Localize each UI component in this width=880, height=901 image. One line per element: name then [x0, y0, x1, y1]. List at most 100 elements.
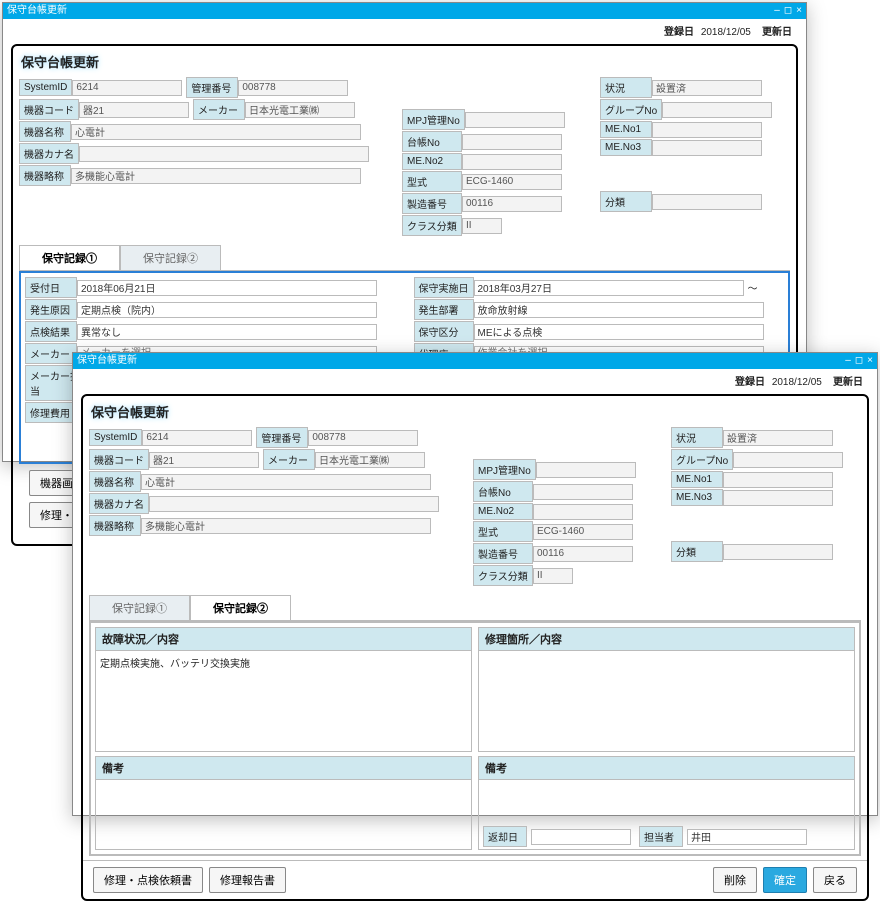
panel-fault-body[interactable]: 定期点検実施、バッテリ交換実施	[96, 651, 471, 751]
field-henkyaku[interactable]	[531, 829, 631, 845]
info-block: SystemID 管理番号 機器コード メーカー 機器名称 機器カナ名	[19, 77, 790, 237]
body-frame: 保守台帳更新 SystemID 管理番号 機器コード メーカー 機器名称 機器カ…	[81, 394, 869, 901]
label-class: クラス分類	[402, 215, 462, 236]
field-daichou	[533, 484, 633, 500]
tab-record-1[interactable]: 保守記録①	[89, 595, 190, 620]
field-me1	[723, 472, 833, 488]
label-me3: ME.No3	[600, 139, 652, 156]
field-kekka[interactable]	[77, 324, 377, 340]
registered-date: 2018/12/05	[701, 27, 751, 38]
delete-button[interactable]: 削除	[713, 867, 757, 893]
field-bunrui	[652, 194, 762, 210]
label-busho: 発生部署	[414, 299, 474, 320]
label-joukyou: 状況	[600, 77, 652, 98]
field-bunrui	[723, 544, 833, 560]
panel-repair-head: 修理箇所／内容	[479, 628, 854, 651]
repair-request-button[interactable]: 修理・点検依頼書	[93, 867, 203, 893]
page-title: 保守台帳更新	[21, 52, 790, 71]
field-mpj	[465, 112, 565, 128]
field-joukyou	[723, 430, 833, 446]
label-maker: メーカー	[193, 99, 245, 120]
footer: 修理・点検依頼書 修理報告書 削除 確定 戻る	[83, 860, 867, 899]
label-kana: 機器カナ名	[19, 143, 79, 164]
tab-record-1[interactable]: 保守記録①	[19, 245, 120, 270]
field-kanrino	[238, 80, 348, 96]
field-me3	[652, 140, 762, 156]
field-systemid	[72, 80, 182, 96]
field-mpj	[536, 462, 636, 478]
close-icon[interactable]: ×	[796, 3, 802, 19]
field-busho[interactable]	[474, 302, 764, 318]
registered-date: 2018/12/05	[772, 377, 822, 388]
label-uketsuke: 受付日	[25, 277, 77, 298]
label-me2: ME.No2	[402, 153, 462, 170]
page-title: 保守台帳更新	[91, 402, 861, 421]
field-kana	[149, 496, 439, 512]
date-bar: 登録日 2018/12/05 更新日	[3, 19, 806, 42]
field-katashiki	[462, 174, 562, 190]
label-group: グループNo	[600, 99, 662, 120]
confirm-button[interactable]: 確定	[763, 867, 807, 893]
field-systemid	[142, 430, 252, 446]
field-genin[interactable]	[77, 302, 377, 318]
back-button[interactable]: 戻る	[813, 867, 857, 893]
label-kanrino: 管理番号	[186, 77, 238, 98]
field-seizou	[462, 196, 562, 212]
field-me3	[723, 490, 833, 506]
label-tantou: 担当者	[639, 826, 683, 847]
maximize-icon[interactable]: ◻	[855, 353, 863, 369]
label-hiyou: 修理費用	[25, 402, 77, 423]
window-title: 保守台帳更新	[77, 353, 137, 369]
field-me2	[462, 154, 562, 170]
label-kikicode: 機器コード	[19, 99, 79, 120]
label-seizou: 製造番号	[402, 193, 462, 214]
field-ryaku	[71, 168, 361, 184]
field-tantou[interactable]	[687, 829, 807, 845]
maximize-icon[interactable]: ◻	[784, 3, 792, 19]
label-kekka: 点検結果	[25, 321, 77, 342]
panel-fault-head: 故障状況／内容	[96, 628, 471, 651]
field-maker	[315, 452, 425, 468]
close-icon[interactable]: ×	[867, 353, 873, 369]
window-title: 保守台帳更新	[7, 3, 67, 19]
field-group	[662, 102, 772, 118]
tabs: 保守記録① 保守記録②	[89, 595, 861, 621]
repair-report-button[interactable]: 修理報告書	[209, 867, 286, 893]
field-daichou	[462, 134, 562, 150]
field-kikicode	[79, 102, 189, 118]
field-kikicode	[149, 452, 259, 468]
label-me1: ME.No1	[600, 121, 652, 138]
field-class	[462, 218, 502, 234]
label-genin: 発生原因	[25, 299, 77, 320]
field-kikimei	[71, 124, 361, 140]
field-joukyou	[652, 80, 762, 96]
panel-fault: 故障状況／内容 定期点検実施、バッテリ交換実施	[95, 627, 472, 752]
label-kikimei: 機器名称	[19, 121, 71, 142]
tab-record-2[interactable]: 保守記録②	[190, 595, 291, 620]
field-maker	[245, 102, 355, 118]
field-seizou	[533, 546, 633, 562]
label-ryaku: 機器略称	[19, 165, 71, 186]
field-ryaku	[141, 518, 431, 534]
field-jisshi[interactable]	[474, 280, 744, 296]
label-kubun: 保守区分	[414, 321, 474, 342]
field-uketsuke[interactable]	[77, 280, 377, 296]
label-mpj: MPJ管理No	[402, 109, 465, 130]
minimize-icon[interactable]: –	[845, 353, 851, 369]
tab-record-2[interactable]: 保守記録②	[120, 245, 221, 270]
field-kanrino	[308, 430, 418, 446]
field-kikimei	[141, 474, 431, 490]
panel-biko-right: 備考 返却日 担当者	[478, 756, 855, 850]
field-kana	[79, 146, 369, 162]
label-bunrui: 分類	[600, 191, 652, 212]
label-henkyaku: 返却日	[483, 826, 527, 847]
panel-repair-body[interactable]	[479, 651, 854, 751]
minimize-icon[interactable]: –	[774, 3, 780, 19]
titlebar: 保守台帳更新 – ◻ ×	[73, 353, 877, 369]
field-me1	[652, 122, 762, 138]
field-katashiki	[533, 524, 633, 540]
field-kubun[interactable]	[474, 324, 764, 340]
tabs: 保守記録① 保守記録②	[19, 245, 790, 271]
field-class	[533, 568, 573, 584]
titlebar: 保守台帳更新 – ◻ ×	[3, 3, 806, 19]
